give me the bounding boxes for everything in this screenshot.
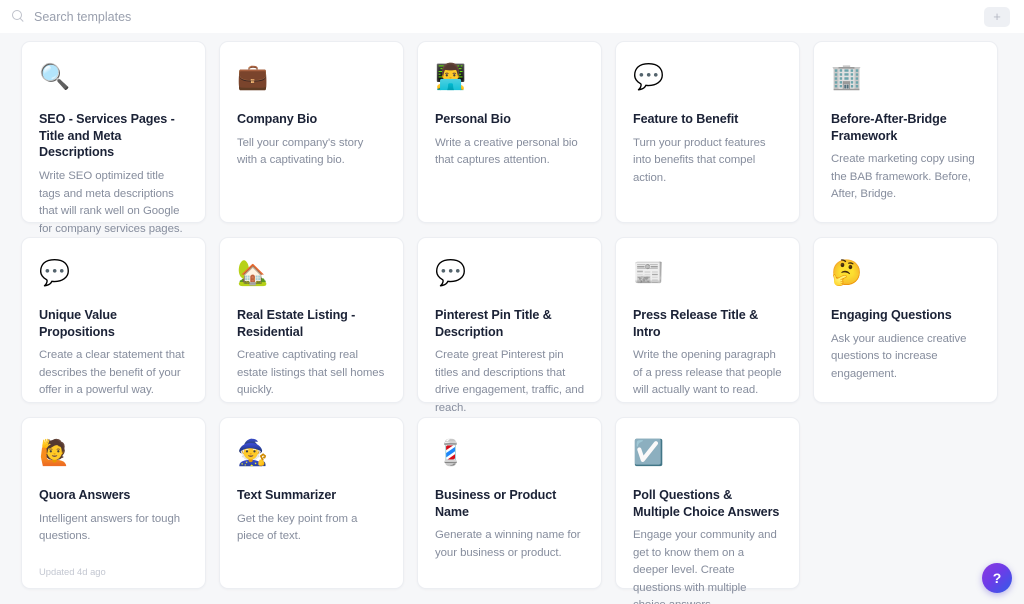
template-card[interactable]: ☑️ Poll Questions & Multiple Choice Answe… — [615, 417, 800, 604]
template-card[interactable]: 💬 Feature to Benefit Turn your product fea… — [615, 41, 800, 223]
template-card-title: Engaging Questions — [831, 308, 952, 322]
template-card-description: Write SEO optimized title tags and meta … — [39, 170, 183, 235]
template-card[interactable]: 💬 Unique Value Propositions Create a clear… — [21, 237, 206, 403]
template-card-title: Poll Questions & Multiple Choice Answers — [633, 488, 780, 519]
briefcase-icon: 💼 — [237, 62, 269, 91]
help-button[interactable]: ? — [982, 563, 1012, 593]
template-card[interactable]: 🧙 Text Summarizer Get the key point from a… — [219, 417, 404, 589]
topbar: + — [0, 0, 1024, 33]
barber-pole-icon: 💈 — [435, 438, 467, 467]
template-card-description: Engage your community and get to know th… — [633, 529, 777, 604]
template-card-title: SEO - Services Pages - Title and Meta De… — [39, 112, 175, 160]
search-icon — [12, 10, 25, 23]
template-card[interactable]: 🏢 Before-After-Bridge Framework Create mar… — [813, 41, 998, 223]
template-card-description: Creative captivating real estate listing… — [237, 349, 385, 397]
template-card[interactable]: 🔍 SEO - Services Pages - Title and Meta D… — [21, 41, 206, 235]
template-card-description: Create great Pinterest pin titles and de… — [435, 349, 584, 414]
template-card-description: Write the opening paragraph of a press r… — [633, 349, 782, 397]
template-card-description: Tell your company's story with a captiva… — [237, 136, 364, 167]
template-card-title: Quora Answers — [39, 488, 131, 502]
template-card[interactable]: 🏡 Real Estate Listing - Residential Creati… — [219, 237, 404, 403]
template-card-title: Personal Bio — [435, 112, 511, 126]
speech-balloon-icon: 💬 — [39, 258, 71, 287]
template-card-description: Turn your product features into benefits… — [633, 136, 766, 184]
template-card[interactable]: 📰 Press Release Title & Intro Write the op… — [615, 237, 800, 403]
magnifying-glass-icon: 🔍 — [39, 62, 71, 91]
house-with-garden-icon: 🏡 — [237, 258, 269, 287]
template-card-title: Business or Product Name — [435, 488, 557, 519]
template-card-description: Generate a winning name for your busines… — [435, 529, 581, 559]
template-card-updated: Updated 4d ago — [39, 566, 106, 577]
thinking-face-icon: 🤔 — [831, 258, 863, 287]
template-card[interactable]: 💈 Business or Product Name Generate a winn… — [417, 417, 602, 589]
template-card-description: Create a clear statement that describes … — [39, 349, 185, 397]
template-card-title: Text Summarizer — [237, 488, 337, 502]
person-with-laptop-icon: 👨‍💻 — [435, 62, 467, 91]
grid-empty-cell — [813, 417, 998, 589]
person-raising-hand-icon: 🙋 — [39, 438, 71, 467]
speech-balloon-icon: 💬 — [633, 62, 665, 91]
office-building-icon: 🏢 — [831, 62, 863, 91]
template-card-title: Real Estate Listing - Residential — [237, 308, 356, 339]
search-input[interactable] — [34, 9, 374, 24]
template-card-description: Ask your audience creative questions to … — [831, 332, 967, 380]
template-card-title: Press Release Title & Intro — [633, 308, 759, 339]
template-card-title: Feature to Benefit — [633, 112, 739, 126]
template-card-title: Pinterest Pin Title & Description — [435, 308, 552, 339]
template-card[interactable]: 🤔 Engaging Questions Ask your audience cre… — [813, 237, 998, 403]
template-card-description: Write a creative personal bio that captu… — [435, 136, 578, 167]
template-card-description: Intelligent answers for tough questions. — [39, 512, 181, 543]
template-card[interactable]: 💬 Pinterest Pin Title & Description Create… — [417, 237, 602, 414]
mage-icon: 🧙 — [237, 438, 269, 467]
template-card-title: Unique Value Propositions — [39, 308, 117, 339]
ballot-box-with-check-icon: ☑️ — [633, 438, 665, 467]
template-card-title: Before-After-Bridge Framework — [831, 112, 947, 143]
template-card-title: Company Bio — [237, 112, 318, 126]
template-card-description: Get the key point from a piece of text. — [237, 512, 358, 543]
search-bar[interactable] — [12, 0, 984, 33]
template-card[interactable]: 👨‍💻 Personal Bio Write a creative personal… — [417, 41, 602, 223]
template-card[interactable]: 🙋 Quora Answers Intelligent answers for to… — [21, 417, 206, 589]
templates-scroll-area[interactable]: 🔍 SEO - Services Pages - Title and Meta D… — [0, 33, 1024, 604]
add-template-button[interactable]: + — [984, 6, 1010, 27]
speech-balloon-icon: 💬 — [435, 258, 467, 287]
template-card[interactable]: 💼 Company Bio Tell your company's story wi… — [219, 41, 404, 223]
template-card-description: Create marketing copy using the BAB fram… — [831, 153, 975, 201]
templates-grid: 🔍 SEO - Services Pages - Title and Meta D… — [21, 33, 1007, 604]
newspaper-icon: 📰 — [633, 258, 665, 287]
